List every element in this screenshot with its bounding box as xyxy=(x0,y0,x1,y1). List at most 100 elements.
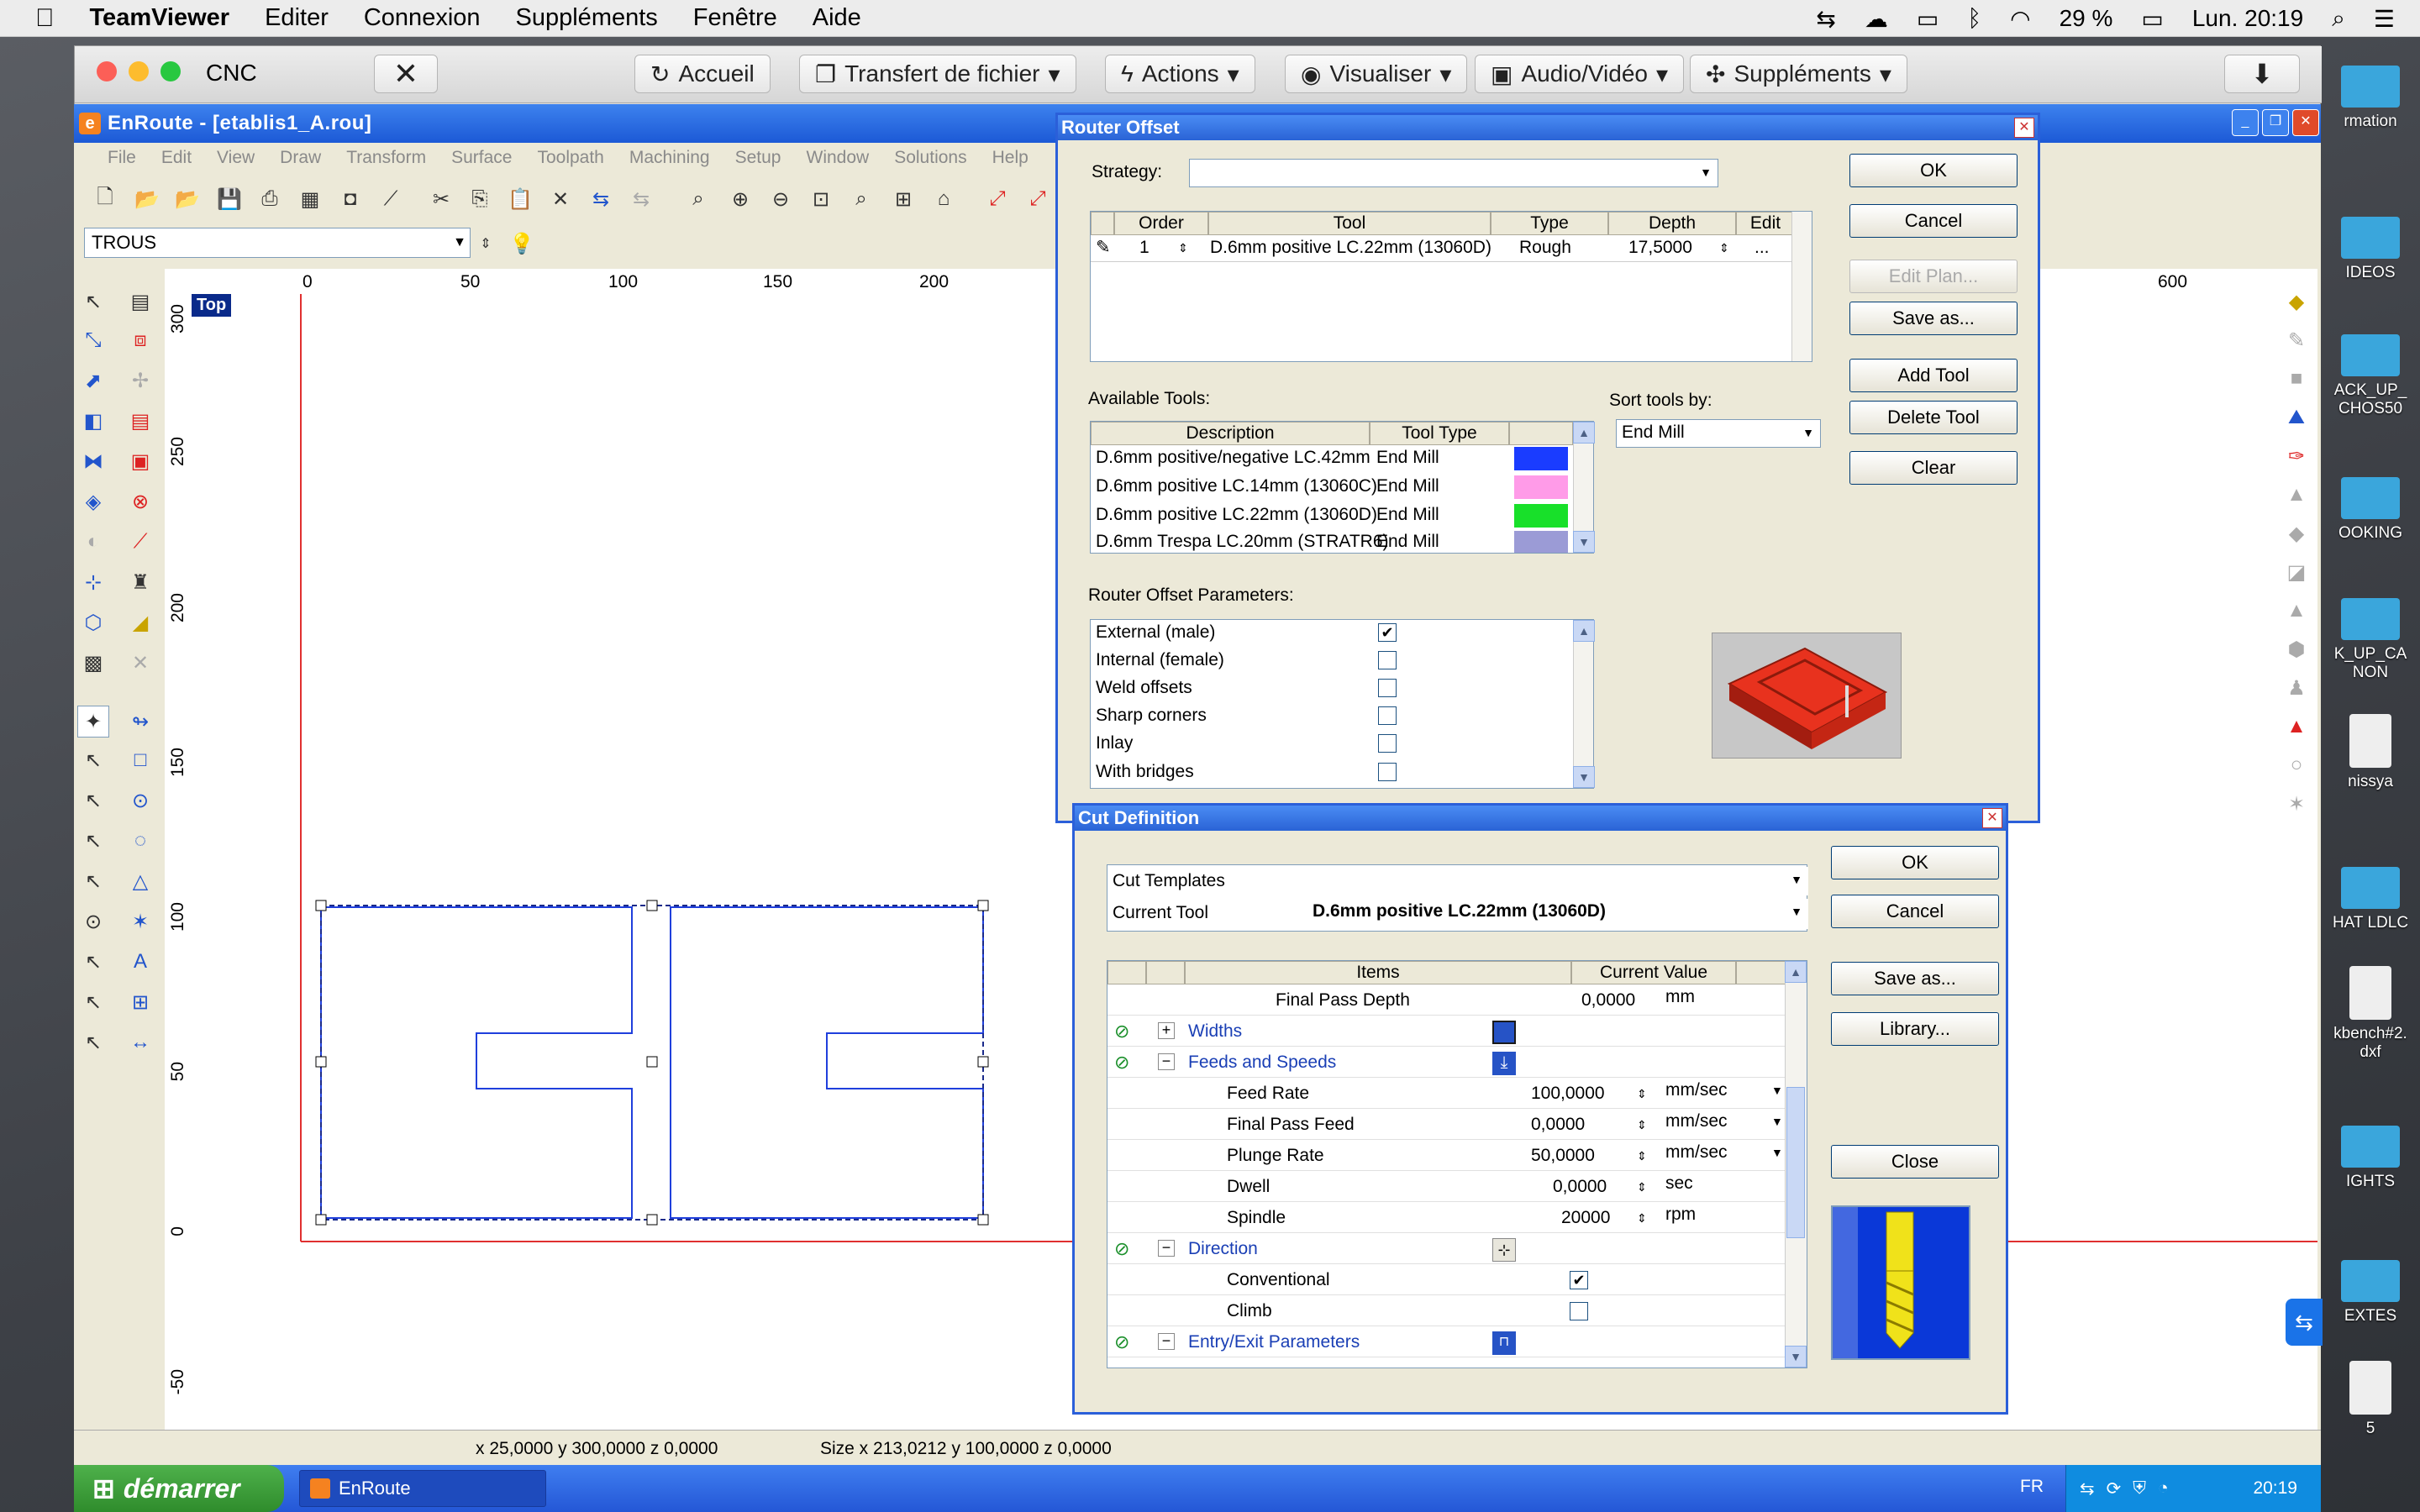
offset-icon[interactable]: ⧈ xyxy=(124,324,156,356)
feeds-icon[interactable]: ⤓ xyxy=(1492,1052,1516,1075)
feed-rate-spinner[interactable]: ⇕ xyxy=(1637,1081,1647,1106)
new-file-icon[interactable]: 🗋 xyxy=(89,183,121,215)
weld-icon[interactable]: ◈ xyxy=(77,486,109,517)
plunge-rate-spinner[interactable]: ⇕ xyxy=(1637,1143,1647,1168)
cube-icon[interactable]: ⬢ xyxy=(2281,633,2312,665)
table-row[interactable]: ✎ 1 ⇕ D.6mm positive LC.22mm (13060D) Ro… xyxy=(1091,235,1795,262)
menu-transform[interactable]: Transform xyxy=(346,148,426,168)
list-item[interactable]: D.6mm positive LC.14mm (13060C) End Mill xyxy=(1091,474,1573,501)
redo-icon[interactable]: ⇆ xyxy=(625,183,657,215)
tv-transfer-button[interactable]: ❐ Transfert de fichier ▾ xyxy=(799,55,1076,93)
table-tool-icon[interactable]: ⊞ xyxy=(124,986,156,1018)
menu-view[interactable]: View xyxy=(217,148,255,168)
tray-sync-icon[interactable]: ⟳ xyxy=(2107,1478,2122,1499)
transform-icon[interactable]: ⤡ xyxy=(77,324,109,356)
delete-icon[interactable]: ✕ xyxy=(544,183,576,215)
minimize-button[interactable]: _ xyxy=(2232,109,2259,136)
menu-setup[interactable]: Setup xyxy=(735,148,781,168)
desktop-icon[interactable]: ACK_UP_ CHOS50 xyxy=(2321,334,2420,418)
zoom-out-icon[interactable]: ⊖ xyxy=(765,183,797,215)
draw-arc-icon[interactable]: ↖ xyxy=(77,785,109,816)
save-as-button[interactable]: Save as... xyxy=(1849,302,2018,335)
fill-icon[interactable]: ♜ xyxy=(124,566,156,598)
menu-connexion[interactable]: Connexion xyxy=(364,4,481,32)
draw-knife-icon[interactable]: ↖ xyxy=(77,986,109,1018)
select-arrow-icon[interactable]: ↖ xyxy=(77,286,109,318)
final-pass-feed-spinner[interactable]: ⇕ xyxy=(1637,1112,1647,1137)
dimension-icon[interactable]: ↔ xyxy=(124,1026,156,1058)
draw-dimension-icon[interactable]: ↖ xyxy=(77,1026,109,1058)
clear-button[interactable]: Clear xyxy=(1849,451,2018,485)
zoom-all-icon[interactable]: ⊞ xyxy=(887,183,919,215)
scroll-up-arrow[interactable]: ▲ xyxy=(1573,422,1595,444)
menu-supplements[interactable]: Suppléments xyxy=(516,4,658,32)
list-item[interactable]: D.6mm Trespa LC.20mm (STRATR6) End Mill xyxy=(1091,529,1573,553)
tray-network-icon[interactable]: ⇆ xyxy=(2080,1478,2095,1499)
ok-button[interactable]: OK xyxy=(1849,154,2018,187)
cone-icon[interactable]: ▲ xyxy=(2281,479,2312,511)
part-right-shape[interactable] xyxy=(670,906,984,1219)
table-row[interactable]: Feed Rate 100,0000 ⇕ mm/sec ▼ xyxy=(1107,1078,1786,1109)
scale-icon[interactable]: ⬈ xyxy=(77,365,109,396)
group-icon[interactable]: ▩ xyxy=(77,647,109,679)
order-spinner[interactable]: ⇕ xyxy=(1178,235,1188,260)
menu-window[interactable]: Window xyxy=(807,148,870,168)
menu-solutions[interactable]: Solutions xyxy=(894,148,966,168)
table-row[interactable]: ⊘ + Widths xyxy=(1107,1016,1786,1047)
mirror-icon[interactable]: ◧ xyxy=(77,405,109,437)
table-row[interactable]: ⊘ − Feeds and Speeds ⤓ xyxy=(1107,1047,1786,1078)
measure-icon[interactable]: ⟋ xyxy=(124,526,156,558)
draw-polygon-icon[interactable]: △ xyxy=(124,865,156,897)
menu-surface[interactable]: Surface xyxy=(451,148,512,168)
collapse-icon[interactable]: − xyxy=(1158,1333,1175,1350)
square-icon[interactable]: ■ xyxy=(2281,363,2312,395)
zoom-selection-icon[interactable]: ⌕ xyxy=(845,183,877,215)
teamviewer-side-icon[interactable]: ⇆ xyxy=(2286,1299,2323,1346)
node-edit-icon[interactable]: ▤ xyxy=(124,286,156,318)
zoom-window-icon[interactable]: ⌕ xyxy=(682,183,714,215)
chevron-down-icon[interactable]: ▼ xyxy=(1771,1078,1783,1103)
clock[interactable]: Lun. 20:19 xyxy=(2192,5,2303,32)
open-folder-icon[interactable]: 📂 xyxy=(131,183,163,215)
paint-icon[interactable]: ◢ xyxy=(124,606,156,638)
save-icon[interactable]: 💾 xyxy=(213,183,245,215)
outline-icon[interactable]: ⬡ xyxy=(77,606,109,638)
view-3d-icon[interactable]: ⤢ xyxy=(1022,183,1054,215)
draw-point-icon[interactable]: ✦ xyxy=(77,706,109,738)
desktop-icon[interactable]: rmation xyxy=(2321,66,2420,131)
table-row[interactable]: Conventional ✔ xyxy=(1107,1264,1786,1295)
menu-file[interactable]: File xyxy=(108,148,136,168)
array-icon[interactable]: ▤ xyxy=(124,405,156,437)
save-as-button[interactable]: Save as... xyxy=(1831,962,1999,995)
draw-line-icon[interactable]: ↖ xyxy=(77,744,109,776)
paste-icon[interactable]: 📋 xyxy=(504,183,536,215)
import-folder-icon[interactable]: 📂 xyxy=(171,183,203,215)
draw-spline-icon[interactable]: ◌ xyxy=(124,825,156,857)
table-row[interactable]: Spindle 20000 ⇕ rpm xyxy=(1107,1202,1786,1233)
list-item[interactable]: D.6mm positive/negative LC.42mm End Mill xyxy=(1091,445,1573,472)
draw-star-icon[interactable]: ✶ xyxy=(124,906,156,937)
display-icon[interactable]: ▭ xyxy=(1917,5,1939,33)
menu-aide[interactable]: Aide xyxy=(813,4,861,32)
text-tool-icon[interactable]: A xyxy=(124,946,156,978)
apple-icon[interactable]:  xyxy=(35,4,55,33)
teamviewer-tray-icon[interactable]: ⇆ xyxy=(1816,5,1835,33)
menu-help[interactable]: Help xyxy=(992,148,1028,168)
scroll-down-arrow[interactable]: ▼ xyxy=(1785,1346,1807,1368)
tv-download-button[interactable]: ⬇ xyxy=(2224,55,2300,93)
pan-icon[interactable]: ⌂ xyxy=(928,183,960,215)
close-session-button[interactable]: ✕ xyxy=(374,55,438,93)
hill-icon[interactable]: ▲ xyxy=(2281,595,2312,627)
close-window-button[interactable] xyxy=(97,61,117,81)
selection-handle[interactable] xyxy=(315,1056,327,1068)
menu-edit[interactable]: Edit xyxy=(161,148,192,168)
tools-scrollbar[interactable]: ▲ ▼ xyxy=(1573,422,1595,553)
edit-ellipsis[interactable]: ... xyxy=(1754,235,1770,260)
zoom-in-icon[interactable]: ⊕ xyxy=(724,183,756,215)
table-row[interactable]: ⊘ − Direction ⊹ xyxy=(1107,1233,1786,1264)
current-tool-combo[interactable]: D.6mm positive LC.22mm (13060D) ▼ xyxy=(1307,899,1808,929)
cancel-button[interactable]: Cancel xyxy=(1831,895,1999,928)
inlay-checkbox[interactable] xyxy=(1378,734,1397,753)
language-indicator[interactable]: FR xyxy=(2020,1477,2044,1497)
cut-templates-combo[interactable]: ▼ xyxy=(1307,867,1808,895)
